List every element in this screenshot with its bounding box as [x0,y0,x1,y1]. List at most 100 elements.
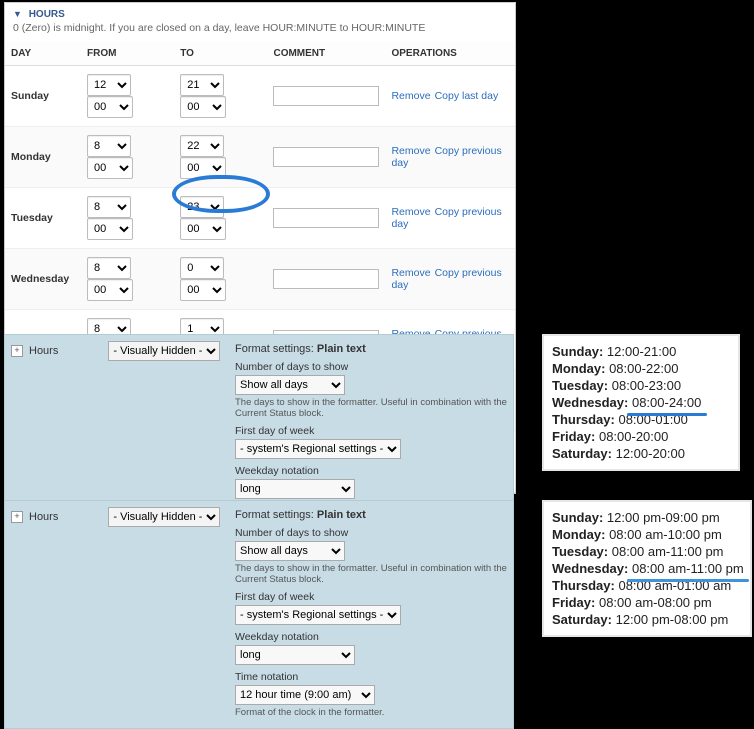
from-minute-select[interactable]: 00 [87,96,133,118]
num-days-help: The days to show in the formatter. Usefu… [235,397,507,419]
time-notation-label: Time notation [235,671,507,683]
to-cell: 21 00 [174,66,267,127]
remove-link[interactable]: Remove [391,267,430,279]
day-label: Wednesday [5,249,81,310]
output-day: Saturday: [552,446,612,461]
remove-link[interactable]: Remove [391,206,430,218]
formatter-output-24h: Sunday: 12:00-21:00 Monday: 08:00-22:00 Tu… [542,334,740,471]
to-cell: 23 00 [174,188,267,249]
output-day: Tuesday: [552,378,608,393]
output-time: 08:00-22:00 [609,361,678,376]
output-line: Sunday: 12:00-21:00 [552,344,730,359]
output-time: 08:00-24:00 [632,395,701,410]
from-hour-select[interactable]: 8 [87,196,131,218]
output-time: 08:00-20:00 [599,429,668,444]
remove-link[interactable]: Remove [391,90,430,102]
to-minute-select[interactable]: 00 [180,218,226,240]
to-minute-select[interactable]: 00 [180,279,226,301]
to-hour-select[interactable]: 0 [180,257,224,279]
from-minute-select[interactable]: 00 [87,218,133,240]
weekday-notation-select[interactable]: long [235,645,355,665]
output-day: Monday: [552,527,605,542]
output-line: Monday: 08:00-22:00 [552,361,730,376]
remove-link[interactable]: Remove [391,145,430,157]
format-settings-value: Plain text [317,343,366,355]
to-hour-select[interactable]: 23 [180,196,224,218]
visibility-select[interactable]: - Visually Hidden - [108,507,220,527]
time-notation-help: Format of the clock in the formatter. [235,707,507,718]
col-to: TO [174,42,267,66]
ops-cell: RemoveCopy previous day [385,188,515,249]
to-hour-select[interactable]: 21 [180,74,224,96]
day-label: Sunday [5,66,81,127]
output-day: Sunday: [552,510,603,525]
expand-icon[interactable]: + [11,345,23,357]
day-label: Tuesday [5,188,81,249]
ops-cell: RemoveCopy previous day [385,127,515,188]
comment-input[interactable] [273,269,379,289]
first-day-select[interactable]: - system's Regional settings - [235,605,401,625]
output-day: Thursday: [552,412,615,427]
comment-input[interactable] [273,208,379,228]
output-line: Wednesday: 08:00-24:00 [552,395,730,410]
to-minute-select[interactable]: 00 [180,157,226,179]
day-label: Monday [5,127,81,188]
output-day: Sunday: [552,344,603,359]
first-day-select[interactable]: - system's Regional settings - [235,439,401,459]
comment-input[interactable] [273,86,379,106]
hours-row: Monday8 0022 00RemoveCopy previous day [5,127,515,188]
num-days-select[interactable]: Show all days [235,375,345,395]
ops-cell: RemoveCopy previous day [385,249,515,310]
format-settings-value: Plain text [317,509,366,521]
field-label: Hours [29,511,58,523]
from-minute-select[interactable]: 00 [87,157,133,179]
output-time: 08:00 am-10:00 pm [609,527,722,542]
output-time: 08:00 am-08:00 pm [599,595,712,610]
weekday-notation-select[interactable]: long [235,479,355,499]
from-minute-select[interactable]: 00 [87,279,133,301]
output-line: Sunday: 12:00 pm-09:00 pm [552,510,742,525]
hours-row: Tuesday8 0023 00RemoveCopy previous day [5,188,515,249]
from-hour-select[interactable]: 8 [87,257,131,279]
to-cell: 0 00 [174,249,267,310]
hours-row: Wednesday8 000 00RemoveCopy previous day [5,249,515,310]
output-line: Tuesday: 08:00-23:00 [552,378,730,393]
output-day: Wednesday: [552,561,628,576]
time-notation-select[interactable]: 12 hour time (9:00 am) [235,685,375,705]
num-days-help: The days to show in the formatter. Usefu… [235,563,507,585]
hours-toggle[interactable]: ▼ HOURS [5,3,515,20]
to-hour-select[interactable]: 22 [180,135,224,157]
output-day: Thursday: [552,578,615,593]
output-line: Thursday: 08:00-01:00 [552,412,730,427]
num-days-select[interactable]: Show all days [235,541,345,561]
hours-title: HOURS [29,9,65,20]
ops-cell: Remove Copy last day [385,66,515,127]
formatter-config-panel-2: + Hours - Visually Hidden - Format settings… [4,500,514,729]
col-day: DAY [5,42,81,66]
copy-link[interactable]: Copy last day [435,90,499,102]
from-cell: 12 00 [81,66,174,127]
to-minute-select[interactable]: 00 [180,96,226,118]
from-hour-select[interactable]: 12 [87,74,131,96]
output-line: Wednesday: 08:00 am-11:00 pm [552,561,742,576]
output-time: 12:00 pm-08:00 pm [616,612,729,627]
col-from: FROM [81,42,174,66]
output-line: Saturday: 12:00-20:00 [552,446,730,461]
output-line: Tuesday: 08:00 am-11:00 pm [552,544,742,559]
expand-icon[interactable]: + [11,511,23,523]
output-day: Saturday: [552,612,612,627]
comment-cell [267,127,385,188]
format-settings-label: Format settings: [235,509,314,521]
output-time: 08:00 am-01:00 am [618,578,731,593]
output-line: Monday: 08:00 am-10:00 pm [552,527,742,542]
from-hour-select[interactable]: 8 [87,135,131,157]
first-day-label: First day of week [235,591,507,603]
weekday-notation-label: Weekday notation [235,465,507,477]
field-label: Hours [29,345,58,357]
from-cell: 8 00 [81,249,174,310]
comment-input[interactable] [273,147,379,167]
output-day: Wednesday: [552,395,628,410]
visibility-select[interactable]: - Visually Hidden - [108,341,220,361]
output-time: 08:00 am-11:00 pm [632,561,744,576]
to-cell: 22 00 [174,127,267,188]
